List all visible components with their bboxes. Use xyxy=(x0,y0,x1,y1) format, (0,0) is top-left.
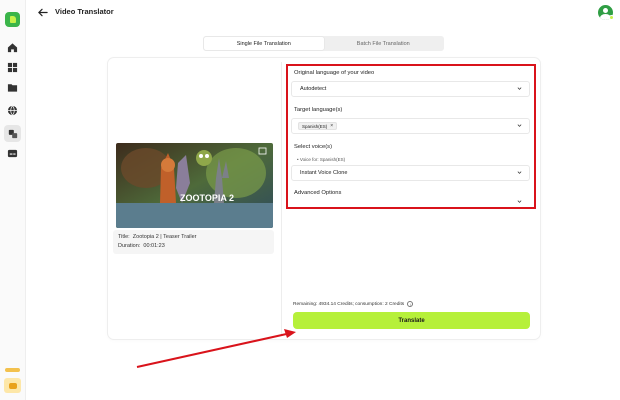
title-value: Zootopia 2 | Teaser Trailer xyxy=(132,234,197,240)
folder-icon[interactable] xyxy=(7,82,18,93)
video-info: Title: Zootopia 2 | Teaser Trailer Durat… xyxy=(113,230,274,254)
info-icon[interactable]: i xyxy=(407,301,414,307)
gift-icon[interactable] xyxy=(4,378,21,393)
home-icon[interactable] xyxy=(7,42,18,53)
credits-info: Remaining: 4934.14 Credits; consumption:… xyxy=(293,301,414,307)
translate-icon[interactable] xyxy=(4,125,21,142)
sidebar xyxy=(0,0,26,400)
tab-batch-file[interactable]: Batch File Translation xyxy=(324,37,444,50)
arrow-left-icon xyxy=(38,8,48,16)
subtitle-icon[interactable] xyxy=(7,148,18,159)
video-duration-line: Duration: 00:01:23 xyxy=(118,243,165,249)
video-thumbnail[interactable]: ZOOTOPIA 2 xyxy=(116,143,273,228)
grid-icon[interactable] xyxy=(7,62,18,73)
plan-badge xyxy=(5,368,20,372)
video-title-line: Title: Zootopia 2 | Teaser Trailer xyxy=(118,234,196,240)
column-divider xyxy=(281,62,282,336)
duration-value: 00:01:23 xyxy=(143,243,165,249)
highlight-box xyxy=(286,64,536,209)
thumb-title: ZOOTOPIA 2 xyxy=(180,193,234,203)
status-dot xyxy=(609,15,614,20)
app-logo[interactable] xyxy=(5,12,20,27)
remaining-credits-text: Remaining: 4934.14 Credits; consumption:… xyxy=(293,301,405,307)
back-button[interactable] xyxy=(37,6,49,18)
globe-icon[interactable] xyxy=(7,105,18,116)
translate-button[interactable]: Translate xyxy=(293,312,530,329)
duration-label: Duration: xyxy=(118,243,141,249)
page-title: Video Translator xyxy=(55,7,114,16)
mode-tabs: Single File Translation Batch File Trans… xyxy=(203,36,444,51)
title-label: Title: xyxy=(118,234,130,240)
tab-single-file[interactable]: Single File Translation xyxy=(204,37,324,50)
